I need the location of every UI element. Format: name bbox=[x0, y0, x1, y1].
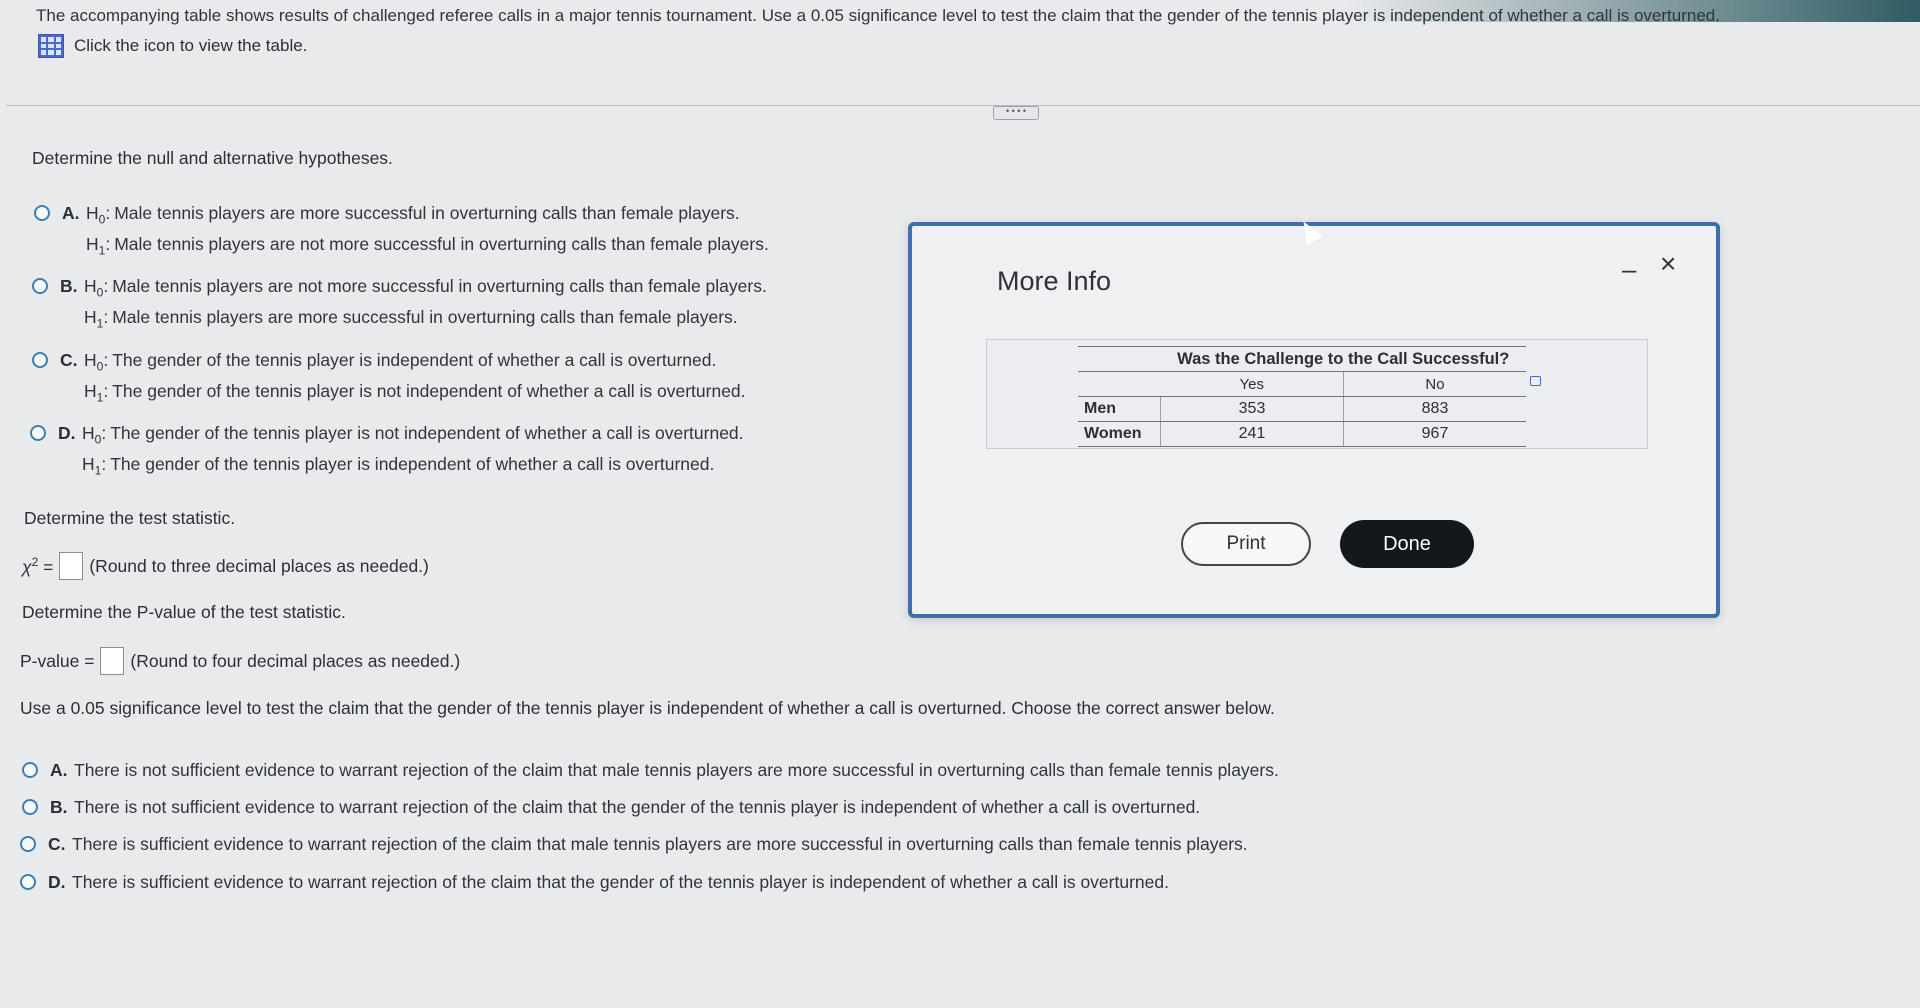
h0-text: Male tennis players are not more success… bbox=[112, 276, 767, 296]
p-value-question: Determine the P-value of the test statis… bbox=[22, 602, 346, 622]
row-label: Women bbox=[1078, 421, 1161, 447]
hypothesis-option-b[interactable]: B. H0: Male tennis players are not more s… bbox=[32, 276, 767, 330]
option-letter: B. bbox=[50, 797, 68, 817]
radio-button[interactable] bbox=[22, 762, 38, 778]
view-table-text[interactable]: Click the icon to view the table. bbox=[74, 36, 307, 56]
chi-square-input[interactable] bbox=[59, 552, 84, 580]
option-text: There is not sufficient evidence to warr… bbox=[74, 797, 1201, 817]
minimize-icon[interactable]: – bbox=[1622, 254, 1636, 285]
table-cell: 967 bbox=[1343, 421, 1526, 447]
conclusion-option-d[interactable]: D. There is sufficient evidence to warra… bbox=[20, 872, 1169, 893]
table-cell: 883 bbox=[1343, 396, 1526, 422]
more-info-dialog: More Info – × Was the Challenge to the C… bbox=[908, 222, 1720, 618]
conclusion-question: Use a 0.05 significance level to test th… bbox=[20, 698, 1275, 718]
rounding-hint: (Round to three decimal places as needed… bbox=[89, 555, 429, 576]
copy-icon[interactable] bbox=[1530, 376, 1541, 386]
close-icon[interactable]: × bbox=[1660, 248, 1676, 280]
option-letter: C. bbox=[60, 350, 78, 370]
option-text: There is sufficient evidence to warrant … bbox=[72, 834, 1248, 854]
hypothesis-option-a[interactable]: A. H0: Male tennis players are more succe… bbox=[34, 203, 769, 257]
option-text: There is sufficient evidence to warrant … bbox=[72, 872, 1169, 892]
section-divider bbox=[6, 105, 1920, 106]
print-button[interactable]: Print bbox=[1181, 522, 1311, 566]
test-statistic-question: Determine the test statistic. bbox=[24, 508, 236, 528]
table-icon[interactable] bbox=[38, 34, 64, 58]
p-value-row: P-value = (Round to four decimal places … bbox=[20, 647, 460, 675]
h0-symbol: H0: bbox=[84, 350, 109, 374]
radio-button[interactable] bbox=[20, 836, 36, 852]
table-row: Men 353 883 bbox=[1078, 396, 1526, 422]
option-letter: D. bbox=[48, 872, 66, 892]
hypothesis-option-c[interactable]: C. H0: The gender of the tennis player is… bbox=[32, 350, 746, 404]
h0-symbol: H0: bbox=[86, 203, 111, 227]
expand-button[interactable]: • • • • bbox=[993, 106, 1039, 120]
h1-text: Male tennis players are more successful … bbox=[112, 306, 738, 327]
radio-button[interactable] bbox=[30, 425, 46, 441]
table-cell: 353 bbox=[1160, 396, 1344, 422]
row-label: Men bbox=[1078, 396, 1161, 422]
table-cell: 241 bbox=[1160, 421, 1344, 447]
h0-symbol: H0: bbox=[82, 423, 107, 447]
radio-button[interactable] bbox=[34, 205, 50, 221]
h0-text: The gender of the tennis player is indep… bbox=[112, 350, 717, 370]
dialog-title: More Info bbox=[997, 266, 1112, 296]
radio-button[interactable] bbox=[32, 352, 48, 368]
chi-square-symbol: χ2 = bbox=[22, 554, 54, 577]
done-button[interactable]: Done bbox=[1340, 520, 1474, 568]
option-letter: C. bbox=[48, 834, 66, 854]
conclusion-option-b[interactable]: B. There is not sufficient evidence to w… bbox=[22, 797, 1200, 818]
h1-symbol: H1: bbox=[84, 380, 109, 405]
h1-symbol: H1: bbox=[82, 453, 107, 478]
p-value-label: P-value = bbox=[20, 650, 95, 671]
option-letter: B. bbox=[60, 276, 78, 296]
problem-prompt: The accompanying table shows results of … bbox=[36, 6, 1720, 25]
rounding-hint: (Round to four decimal places as needed.… bbox=[130, 650, 461, 671]
hypothesis-option-d[interactable]: D. H0: The gender of the tennis player is… bbox=[30, 423, 744, 477]
option-letter: A. bbox=[62, 203, 80, 223]
h1-text: The gender of the tennis player is indep… bbox=[110, 453, 715, 474]
h0-symbol: H0: bbox=[84, 276, 109, 300]
h0-text: The gender of the tennis player is not i… bbox=[110, 423, 744, 443]
table-header: Was the Challenge to the Call Successful… bbox=[1160, 346, 1526, 372]
h0-text: Male tennis players are more successful … bbox=[114, 203, 740, 223]
hypotheses-question: Determine the null and alternative hypot… bbox=[32, 148, 393, 168]
radio-button[interactable] bbox=[32, 278, 48, 294]
h1-symbol: H1: bbox=[86, 233, 111, 258]
h1-text: Male tennis players are not more success… bbox=[114, 233, 769, 254]
conclusion-option-c[interactable]: C. There is sufficient evidence to warra… bbox=[20, 834, 1248, 855]
contingency-table: Was the Challenge to the Call Successful… bbox=[1078, 346, 1526, 447]
view-table-link[interactable]: Click the icon to view the table. bbox=[38, 34, 307, 58]
column-header-yes: Yes bbox=[1160, 371, 1344, 397]
conclusion-option-a[interactable]: A. There is not sufficient evidence to w… bbox=[22, 760, 1279, 781]
p-value-input[interactable] bbox=[100, 647, 125, 675]
option-letter: A. bbox=[50, 760, 68, 780]
h1-text: The gender of the tennis player is not i… bbox=[112, 380, 746, 401]
test-statistic-row: χ2 = (Round to three decimal places as n… bbox=[22, 552, 429, 580]
radio-button[interactable] bbox=[22, 799, 38, 815]
radio-button[interactable] bbox=[20, 874, 36, 890]
table-row: Women 241 967 bbox=[1078, 421, 1526, 447]
h1-symbol: H1: bbox=[84, 306, 109, 331]
option-letter: D. bbox=[58, 423, 76, 443]
column-header-no: No bbox=[1343, 371, 1526, 397]
option-text: There is not sufficient evidence to warr… bbox=[74, 760, 1279, 780]
